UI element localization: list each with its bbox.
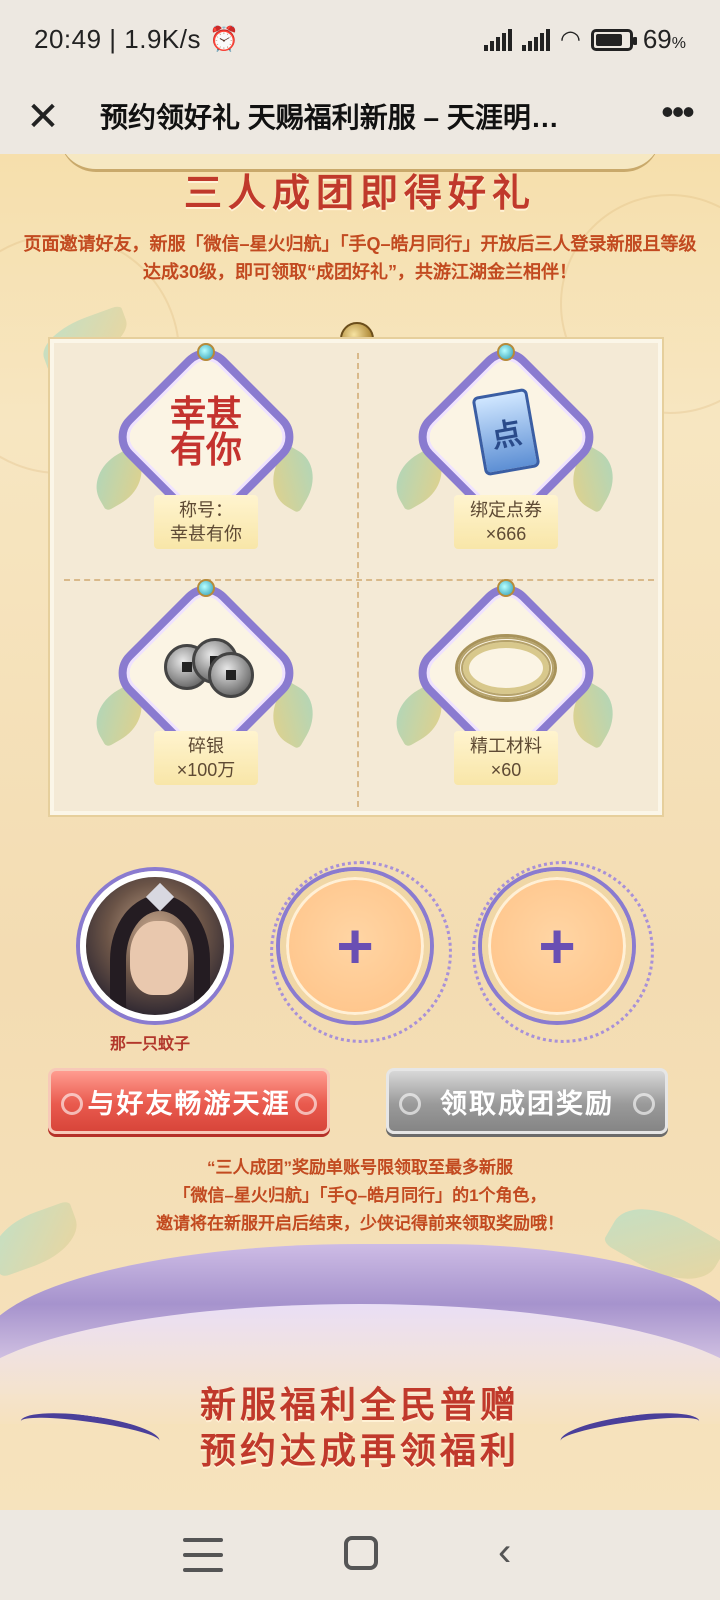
reward-notice: “三人成团”奖励单账号限领取至最多新服 「微信–星火归航」「手Q–皓月同行」的1… [20,1154,700,1238]
reward-value: ×666 [485,524,527,544]
slot-ring [472,861,654,1043]
reward-label: 绑定点券 ×666 [454,495,558,549]
section-title: 三人成团即得好礼 [183,170,536,215]
page-title: 预约领好礼 天赐福利新服 – 天涯明… [100,102,559,133]
scroll-coupon-icon: 点 [471,387,541,477]
wifi-icon: ◠ [559,26,581,53]
bottom-title-line: 新服福利全民普赠 [199,1384,520,1426]
notice-line: “三人成团”奖励单账号限领取至最多新服 [207,1158,513,1177]
system-nav-bar: ‹ [0,1510,720,1600]
reward-name: 绑定点券 [470,500,542,520]
reward-label: 称号： 幸甚有你 [154,495,258,549]
recent-apps-icon[interactable] [183,1538,223,1572]
reward-label: 精工材料 ×60 [454,731,558,785]
invite-friends-button[interactable]: 与好友畅游天涯 [48,1068,330,1134]
notice-line: 「微信–星火归航」「手Q–皓月同行」的1个角色， [173,1186,547,1205]
reward-icon-area [446,613,566,723]
claim-team-reward-button[interactable]: 领取成团奖励 [386,1068,668,1134]
event-description: 页面邀请好友，新服「微信–星火归航」「手Q–皓月同行」开放后三人登录新服且等级达… [23,234,697,282]
notice-line: 邀请将在新服开启后结束，少侠记得前来领取奖励哦！ [156,1214,564,1233]
back-icon[interactable]: ‹ [498,1530,511,1574]
reward-item-coupon: 点 绑定点券 ×666 [384,338,626,567]
title-bar: ✕ 预约领好礼 天赐福利新服 – 天涯明… ••• [0,80,720,154]
slot-ring [270,861,452,1043]
reward-icon-area: 幸甚 有你 [146,377,266,487]
webview-content[interactable]: 三人成团即得好礼 页面邀请好友，新服「微信–星火归航」「手Q–皓月同行」开放后三… [0,154,720,1510]
battery-percent: 69% [642,24,686,54]
gem-ornament-icon [197,579,215,597]
divider [64,579,654,581]
gem-ornament-icon [497,579,515,597]
status-right: ◠ 69% [483,24,686,55]
leaf-ornament [0,1200,86,1278]
avatar-face [130,921,188,995]
reward-item-material: 精工材料 ×60 [384,574,626,803]
title-calligraphy-icon: 幸甚 有你 [169,393,242,471]
status-bar: 20:49 | 1.9K/s ⏰ ◠ 69% [0,0,720,80]
status-time-speed: 20:49 | 1.9K/s [34,24,201,54]
invite-slot-3[interactable]: + [472,861,654,1043]
bottom-section-title: 新服福利全民普赠 预约达成再领福利 [0,1382,720,1474]
gem-ornament-icon [497,343,515,361]
home-icon[interactable] [344,1536,378,1570]
rope-material-icon [458,637,554,699]
close-icon[interactable]: ✕ [18,92,68,142]
reward-label: 碎银 ×100万 [154,731,258,785]
alarm-clock-icon: ⏰ [208,26,240,53]
silver-coins-icon [156,638,256,698]
gem-ornament-icon [197,343,215,361]
reward-name: 碎银 [188,736,224,756]
reward-name: 称号： [179,500,233,520]
team-member-name: 那一只蚊子 [109,1036,190,1053]
invite-slot-2[interactable]: + [270,861,452,1043]
reward-icon-area: 点 [446,377,566,487]
bottom-title-line: 预约达成再领福利 [199,1430,520,1472]
team-member-avatar[interactable] [80,871,230,1021]
reward-item-title: 幸甚 有你 称号： 幸甚有你 [84,338,326,567]
reward-value: 幸甚有你 [170,524,242,544]
signal-1-icon [483,28,512,51]
signal-2-icon [521,28,550,51]
reward-item-silver: 碎银 ×100万 [84,574,326,803]
status-left: 20:49 | 1.9K/s ⏰ [34,24,239,55]
reward-panel: 幸甚 有你 称号： 幸甚有你 点 绑定点券 ×666 碎银 ×100万 精工材料… [50,338,662,815]
reward-value: ×60 [490,760,522,780]
battery-icon [590,28,637,51]
reward-name: 精工材料 [470,736,542,756]
reward-value: ×100万 [176,760,236,780]
reward-icon-area [146,613,266,723]
more-options-icon[interactable]: ••• [652,92,702,142]
